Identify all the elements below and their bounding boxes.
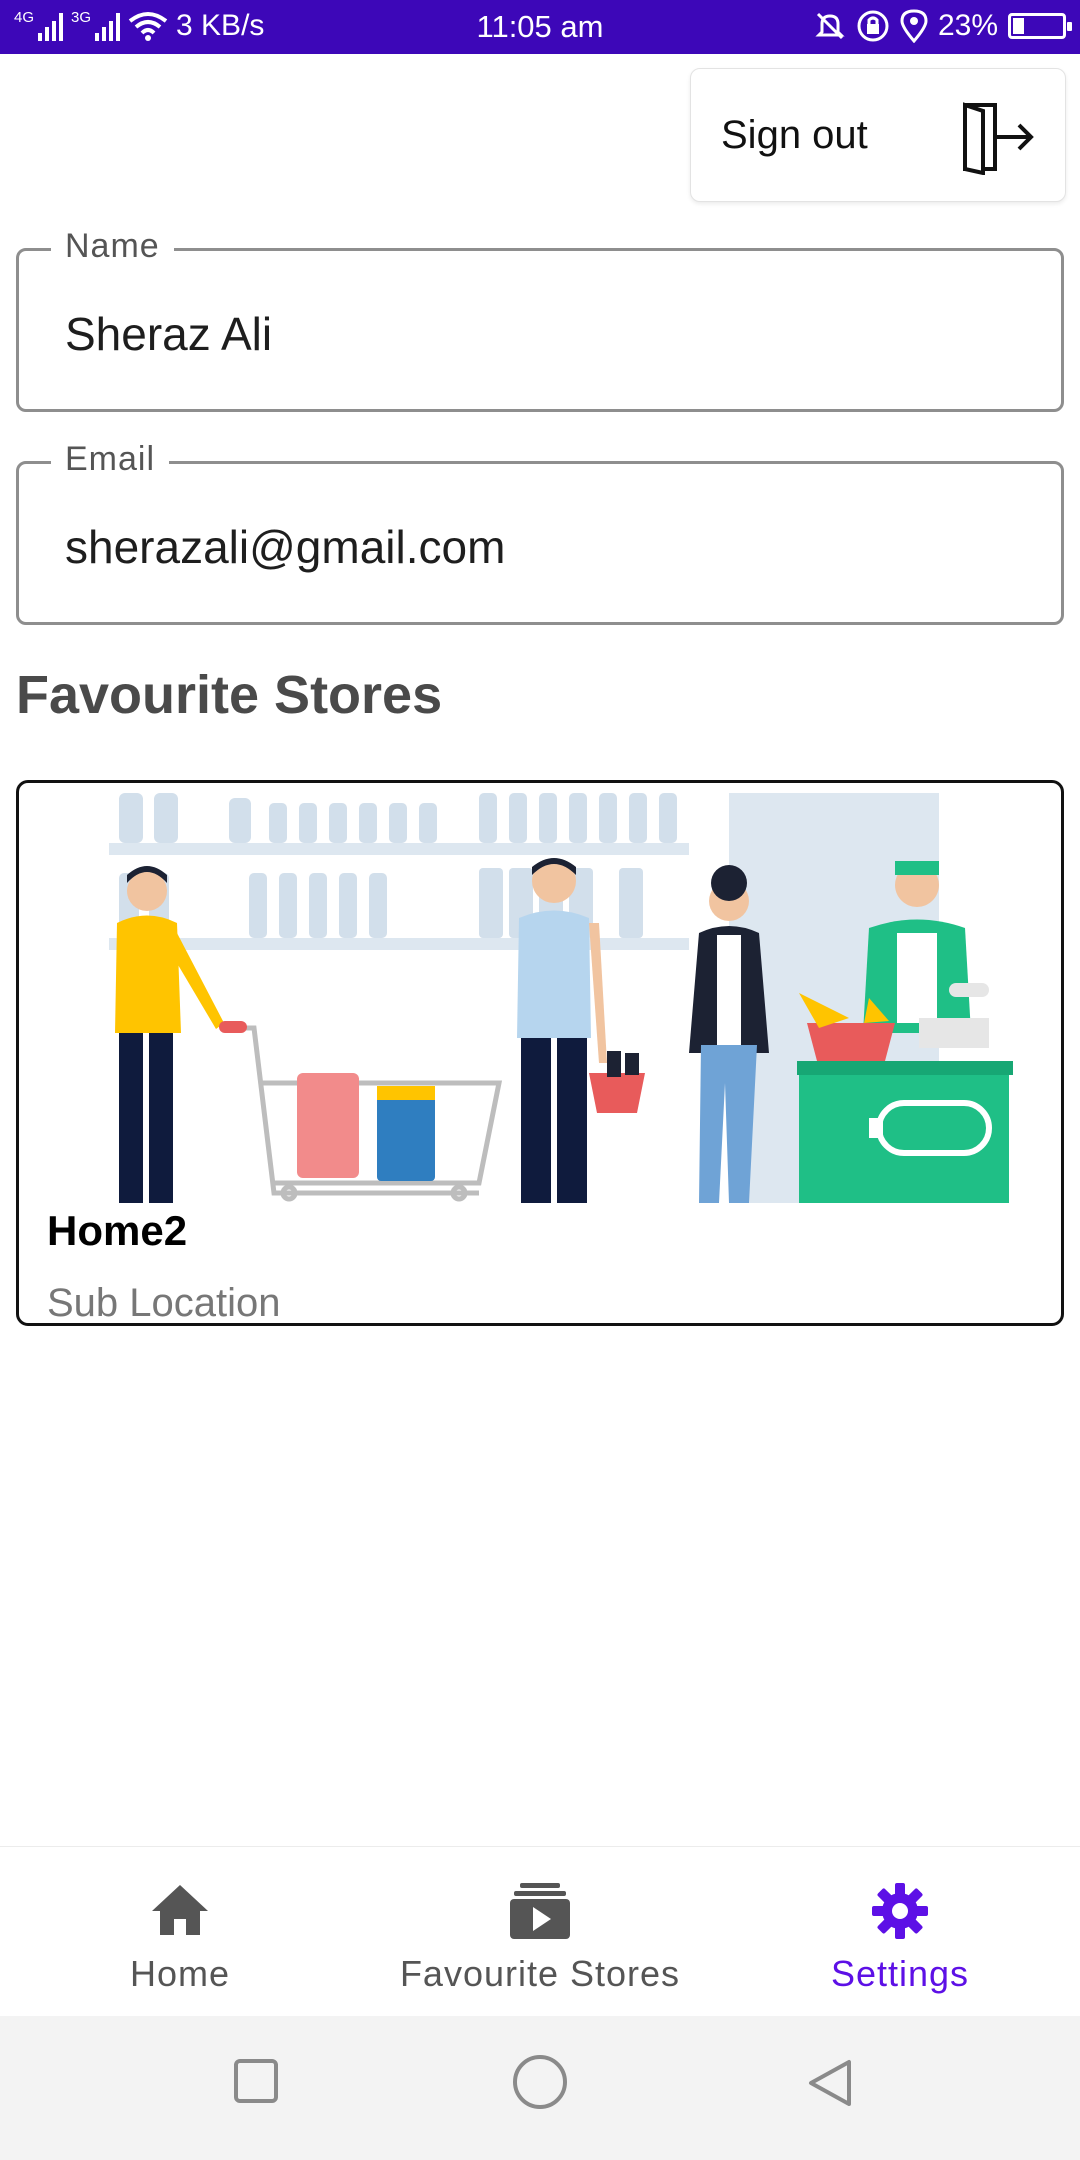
email-field[interactable]: Email sherazali@gmail.com: [16, 440, 1064, 625]
lock-rotation-icon: [857, 10, 889, 42]
store-illustration: [109, 793, 1013, 1203]
home-icon: [152, 1885, 208, 1935]
nav-item-home[interactable]: Home: [40, 1847, 320, 2017]
system-navigation-bar: [0, 2016, 1080, 2160]
email-label: Email: [51, 440, 170, 479]
name-value: Sheraz Ali: [65, 308, 273, 360]
nav-label-home: Home: [129, 1953, 231, 1994]
nav-item-settings[interactable]: Settings: [760, 1847, 1040, 2017]
nav-item-favourite-stores[interactable]: Favourite Stores: [380, 1847, 700, 2017]
email-value: sherazali@gmail.com: [65, 521, 506, 573]
sign-out-label: Sign out: [721, 112, 868, 157]
sign-out-button[interactable]: Sign out: [690, 68, 1066, 202]
battery-level: [1013, 18, 1024, 34]
name-label: Name: [51, 227, 174, 266]
logout-icon: [963, 102, 1034, 175]
home-circle-icon[interactable]: [512, 2054, 568, 2110]
nav-label-settings: Settings: [830, 1953, 970, 1994]
location-icon: [900, 9, 928, 43]
battery-icon: [1008, 13, 1072, 39]
favourite-stores-title: Favourite Stores: [16, 665, 443, 725]
nav-label-favourite-stores: Favourite Stores: [399, 1953, 681, 1994]
back-triangle-icon[interactable]: [805, 2058, 855, 2108]
recent-apps-icon[interactable]: [233, 2058, 279, 2104]
video-library-icon: [510, 1883, 570, 1939]
bottom-navigation: Home Favourite Stores Settings: [0, 1846, 1080, 2016]
battery-percent: 23%: [937, 9, 998, 42]
store-card[interactable]: Home2 Sub Location: [16, 780, 1064, 1326]
mute-bell-icon: [815, 12, 845, 40]
status-right: 23%: [814, 9, 1072, 43]
store-name: Home2: [47, 1207, 188, 1254]
store-sub-location: Sub Location: [47, 1281, 281, 1325]
gear-icon: [872, 1883, 928, 1939]
name-field[interactable]: Name Sheraz Ali: [16, 227, 1064, 412]
status-bar: 4G 3G 3 KB/s 11:05 am 23%: [0, 0, 1080, 54]
